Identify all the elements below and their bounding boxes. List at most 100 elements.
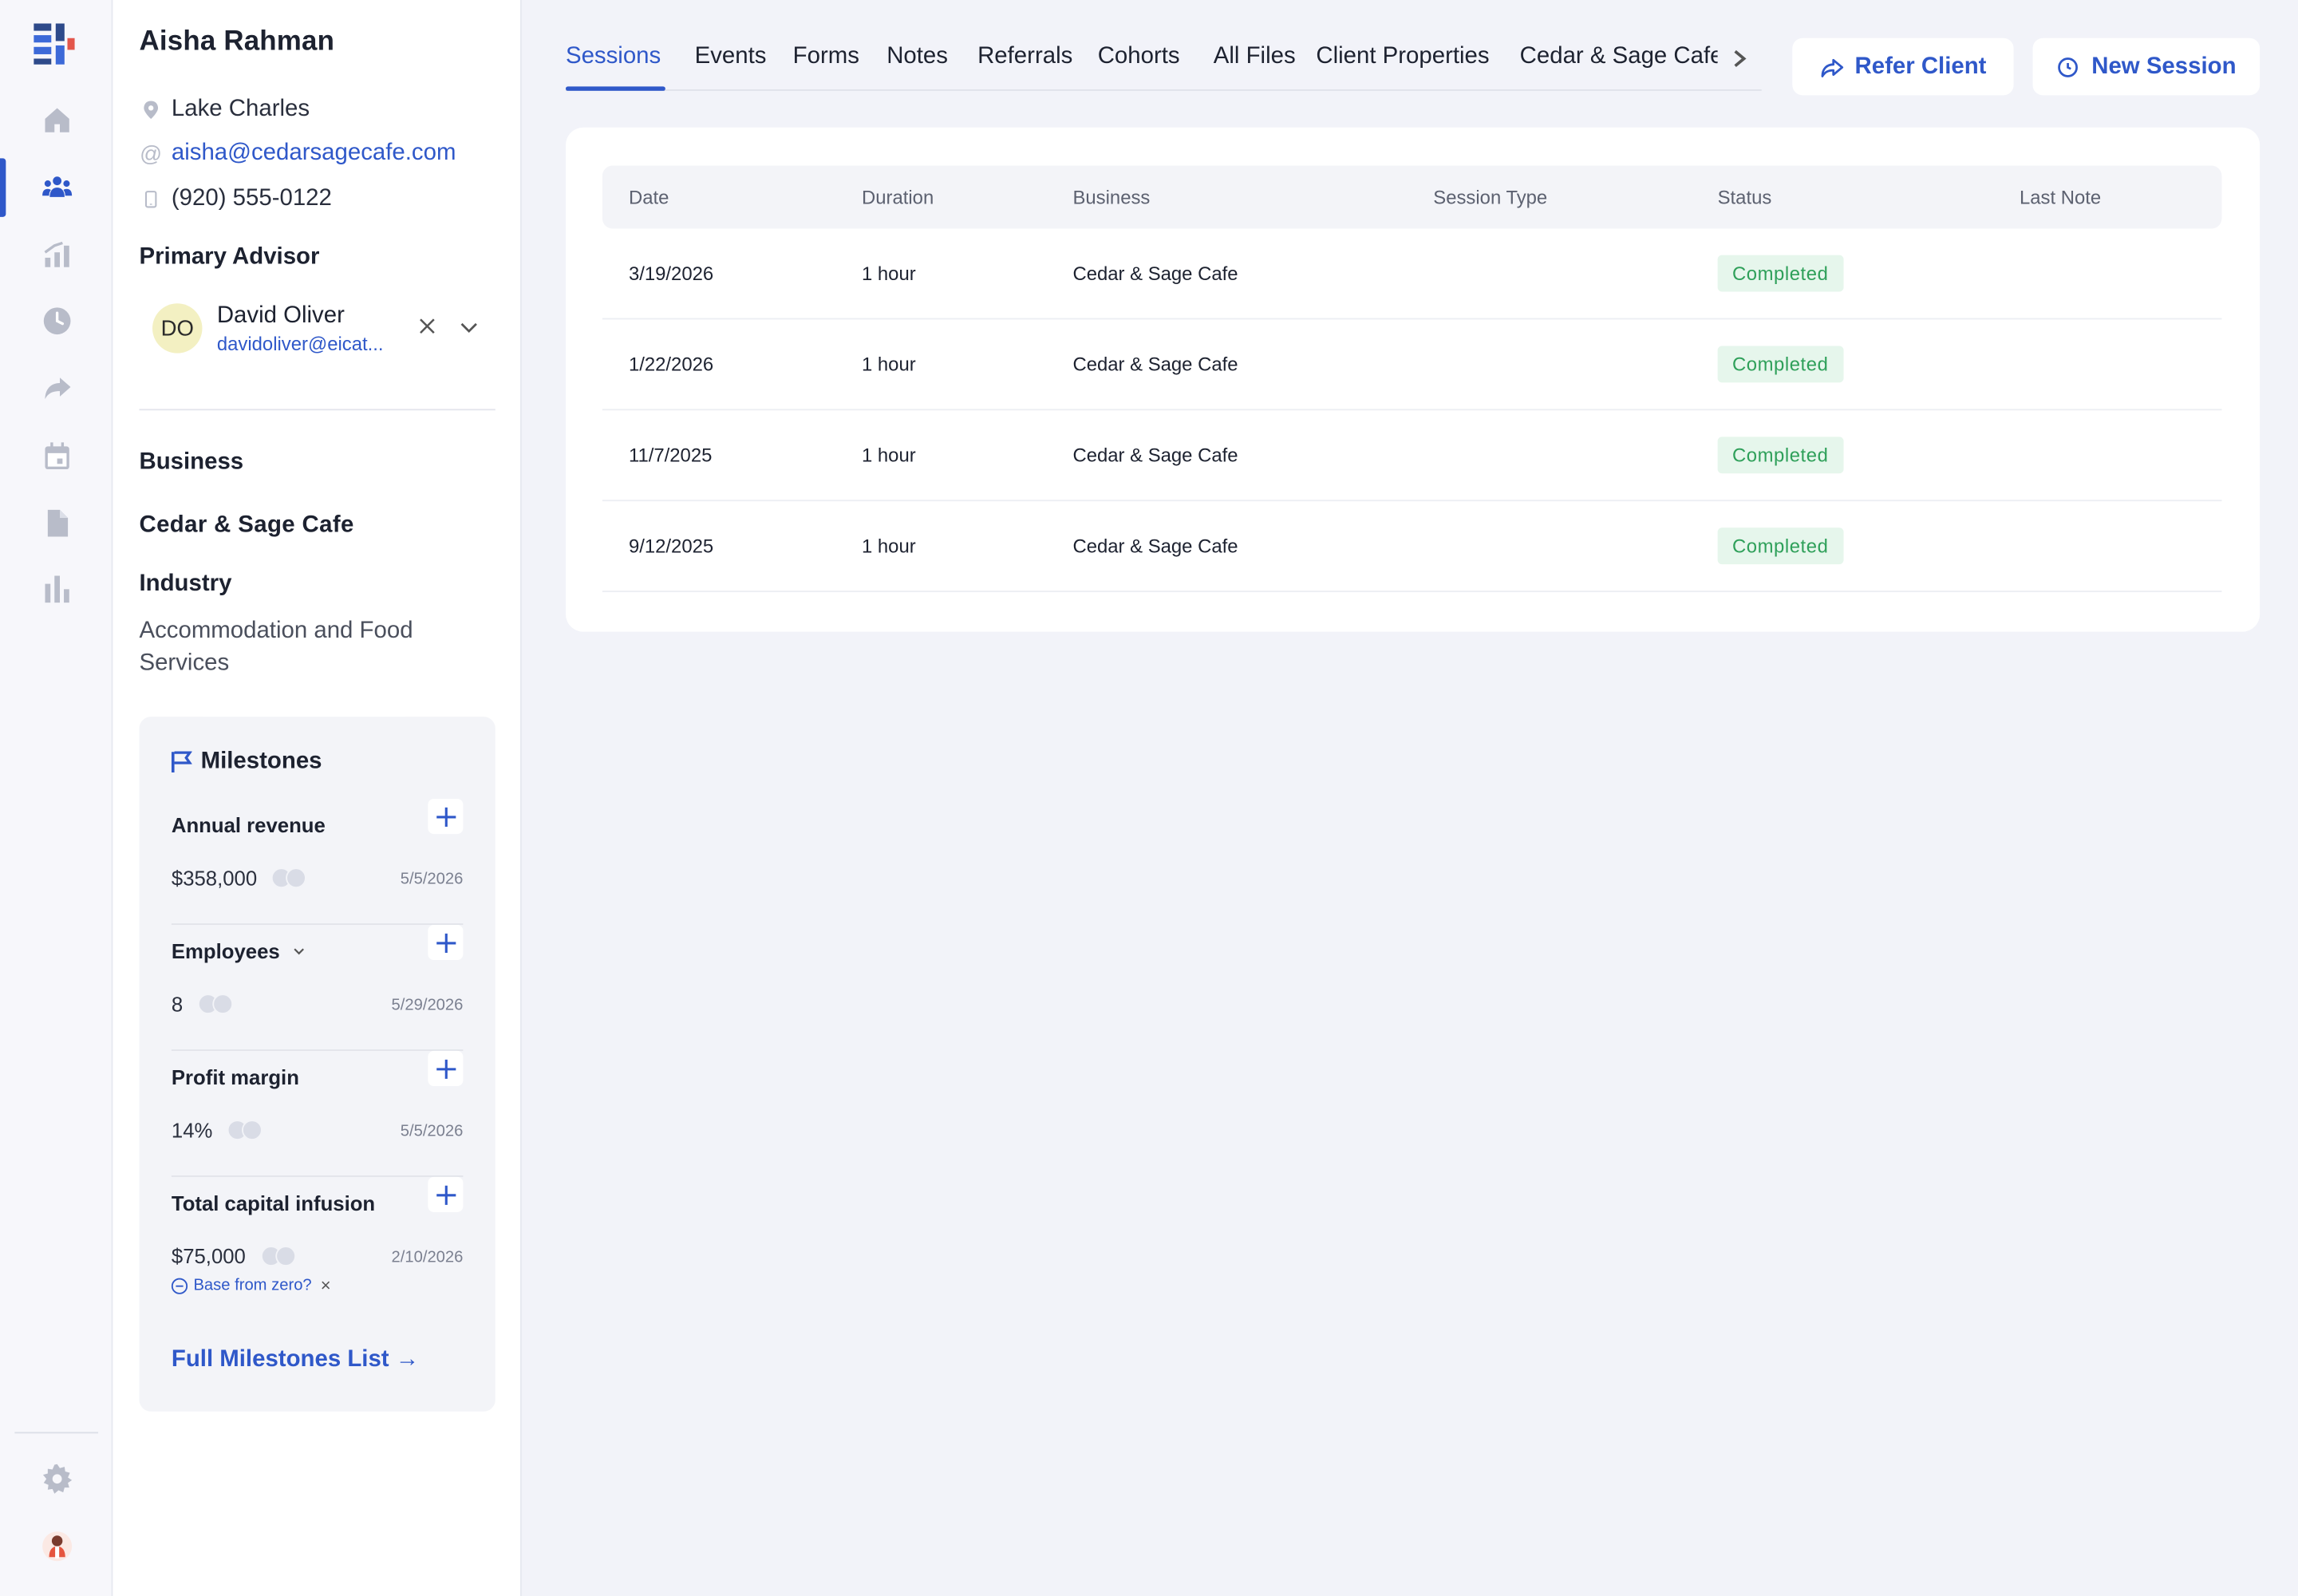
refer-client-label: Refer Client [1854, 53, 1987, 79]
nav-home[interactable] [0, 91, 113, 149]
status-badge: Completed [1717, 346, 1843, 383]
stats-icon [43, 241, 69, 267]
phone-icon [139, 188, 162, 211]
primary-advisor-select[interactable]: DO David Oliver davidoliver@eicat... [139, 293, 495, 363]
milestone-value: 8 [171, 992, 233, 1016]
nav-referrals[interactable] [0, 359, 113, 417]
session-date: 11/7/2025 [628, 444, 713, 467]
milestone-date: 5/5/2026 [400, 870, 464, 889]
session-duration: 1 hour [861, 262, 916, 285]
tab-all-files[interactable]: All Files [1214, 44, 1296, 70]
milestone-value: $358,000 [171, 866, 307, 890]
base-from-zero-text[interactable]: Base from zero? [193, 1277, 311, 1294]
tab-events[interactable]: Events [695, 44, 767, 70]
business-heading: Business [139, 449, 244, 476]
nav-files[interactable] [0, 494, 113, 552]
table-row[interactable]: 9/12/2025 1 hour Cedar & Sage Cafe Compl… [602, 501, 2222, 593]
minus-circle-icon [171, 1277, 188, 1294]
plus-icon [436, 932, 456, 953]
verification-badges-icon [227, 1120, 263, 1140]
new-session-button[interactable]: New Session [2032, 38, 2260, 96]
column-last-note[interactable]: Last Note [2020, 186, 2101, 208]
milestone-date: 2/10/2026 [391, 1248, 464, 1266]
column-session-type[interactable]: Session Type [1433, 186, 1547, 208]
at-sign-icon: @ [140, 141, 163, 167]
tab-client-properties[interactable]: Client Properties [1316, 44, 1489, 70]
column-duration[interactable]: Duration [862, 186, 934, 208]
nav-settings[interactable] [0, 1449, 113, 1507]
milestone-label[interactable]: Employees [172, 939, 306, 963]
chevron-down-icon[interactable] [456, 314, 482, 340]
nav-history[interactable] [0, 292, 113, 350]
tab-forms[interactable]: Forms [793, 44, 859, 70]
base-from-zero-link[interactable]: Base from zero? × [171, 1275, 331, 1296]
chevron-right-icon[interactable] [1729, 47, 1750, 70]
add-milestone-button[interactable] [428, 799, 464, 835]
table-row[interactable]: 3/19/2026 1 hour Cedar & Sage Cafe Compl… [602, 229, 2222, 320]
milestone-date: 5/5/2026 [400, 1122, 464, 1140]
table-header: Date Duration Business Session Type Stat… [602, 165, 2222, 229]
client-email-text[interactable]: aisha@cedarsagecafe.com [172, 140, 456, 167]
milestone-value-text: 14% [171, 1118, 213, 1142]
nav-clients[interactable] [0, 158, 113, 217]
user-avatar-icon [41, 1531, 72, 1562]
industry-heading: Industry [139, 571, 232, 597]
add-milestone-button[interactable] [428, 1050, 464, 1086]
milestones-card: Milestones Annual revenue $358,000 5/5/2… [139, 717, 496, 1412]
refer-client-button[interactable]: Refer Client [1792, 38, 2014, 96]
plus-icon [436, 1184, 456, 1204]
status-badge: Completed [1717, 437, 1843, 474]
milestones-title: Milestones [200, 749, 322, 774]
clear-advisor-icon[interactable] [415, 314, 438, 337]
milestone-label: Total capital infusion [171, 1191, 376, 1215]
milestone-employees: Employees 8 5/29/2026 [171, 924, 464, 1051]
client-phone-text: (920) 555-0122 [171, 186, 332, 211]
session-date: 9/12/2025 [628, 535, 714, 557]
close-icon[interactable]: × [321, 1275, 331, 1296]
column-status[interactable]: Status [1718, 186, 1772, 208]
milestone-annual-revenue: Annual revenue $358,000 5/5/2026 [171, 799, 464, 925]
tab-cohorts[interactable]: Cohorts [1098, 44, 1180, 70]
session-duration: 1 hour [861, 535, 916, 557]
milestone-profit-margin: Profit margin 14% 5/5/2026 [171, 1050, 464, 1177]
add-milestone-button[interactable] [428, 1176, 464, 1212]
milestone-value-text: $75,000 [171, 1244, 246, 1268]
tab-business[interactable]: Cedar & Sage Cafe [1520, 44, 1718, 70]
advisor-name: David Oliver [216, 302, 345, 328]
nav-divider [14, 1432, 99, 1434]
milestone-label: Annual revenue [171, 813, 326, 837]
clients-icon [41, 176, 72, 197]
new-session-label: New Session [2091, 53, 2237, 79]
tab-sessions[interactable]: Sessions [566, 44, 661, 70]
chevron-down-icon[interactable] [291, 944, 306, 958]
client-name: Aisha Rahman [139, 26, 335, 57]
column-date[interactable]: Date [629, 186, 669, 208]
client-email[interactable]: @ aisha@cedarsagecafe.com [139, 140, 456, 167]
location-pin-icon [139, 98, 162, 121]
file-icon [46, 509, 68, 537]
nav-stats[interactable] [0, 226, 113, 284]
app-logo[interactable] [34, 23, 75, 65]
milestone-value: $75,000 [171, 1244, 296, 1268]
milestones-header: Milestones [171, 749, 322, 776]
active-tab-indicator [565, 86, 665, 91]
tab-notes[interactable]: Notes [886, 44, 948, 70]
full-milestones-list-link[interactable]: Full Milestones List → [172, 1347, 419, 1373]
table-row[interactable]: 1/22/2026 1 hour Cedar & Sage Cafe Compl… [602, 319, 2222, 411]
tab-referrals[interactable]: Referrals [977, 44, 1072, 70]
nav-reports[interactable] [0, 560, 113, 618]
session-business: Cedar & Sage Cafe [1072, 353, 1238, 376]
client-phone: (920) 555-0122 [139, 186, 332, 212]
nav-user[interactable] [0, 1517, 113, 1575]
column-business[interactable]: Business [1072, 186, 1150, 208]
primary-advisor-heading: Primary Advisor [139, 244, 320, 270]
advisor-avatar: DO [152, 303, 203, 354]
milestone-value-text: $358,000 [171, 866, 258, 890]
client-tabs: Sessions Events Forms Notes Referrals Co… [565, 32, 1762, 91]
session-business: Cedar & Sage Cafe [1072, 444, 1238, 467]
milestone-value-text: 8 [171, 992, 184, 1016]
table-row[interactable]: 11/7/2025 1 hour Cedar & Sage Cafe Compl… [602, 410, 2222, 502]
verification-badges-icon [197, 994, 233, 1014]
add-milestone-button[interactable] [428, 924, 464, 961]
nav-calendar[interactable] [0, 426, 113, 484]
